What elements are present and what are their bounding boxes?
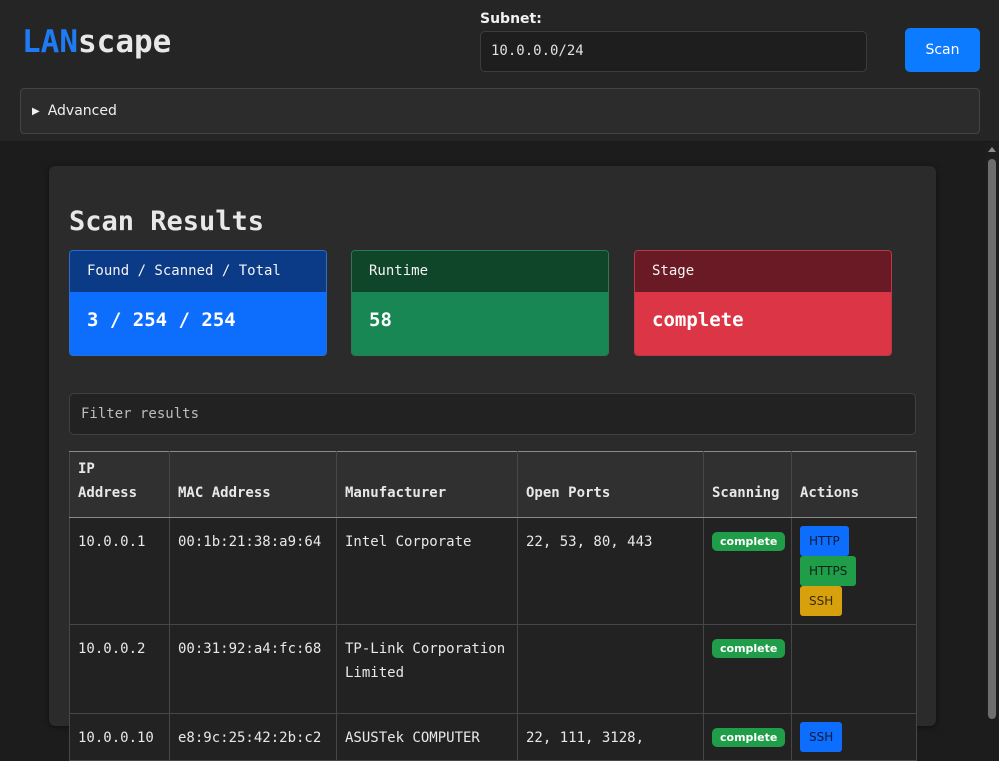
http-button[interactable]: HTTP — [800, 526, 849, 556]
advanced-label: Advanced — [47, 103, 117, 119]
cell-manufacturer: Intel Corporate — [336, 517, 518, 625]
scan-button[interactable]: Scan — [905, 28, 980, 72]
page-scrollbar[interactable] — [985, 143, 999, 719]
status-badge: complete — [712, 532, 786, 551]
cell-actions — [791, 624, 917, 714]
cell-mac: 00:1b:21:38:a9:64 — [169, 517, 337, 625]
col-open-ports[interactable]: Open Ports — [517, 451, 704, 518]
stat-label: Found / Scanned / Total — [70, 251, 326, 292]
cell-mac: e8:9c:25:42:2b:c2 — [169, 713, 337, 761]
cell-ports — [517, 624, 704, 714]
ssh-button[interactable]: SSH — [800, 586, 843, 616]
cell-ip: 10.0.0.1 — [69, 517, 170, 625]
table-row[interactable]: 10.0.0.10 e8:9c:25:42:2b:c2 ASUSTek COMP… — [69, 713, 917, 761]
scrollbar-thumb[interactable] — [988, 159, 996, 719]
table-header-row: IP Address MAC Address Manufacturer Open… — [69, 451, 917, 518]
stat-label: Runtime — [352, 251, 608, 292]
app-header: LANscape Subnet: 10.0.0.0/24 Scan ▶ Advan… — [0, 0, 999, 142]
scan-results-card: Scan Results Found / Scanned / Total 3 /… — [49, 166, 936, 761]
cell-scanning: complete — [703, 713, 792, 761]
stat-value: complete — [635, 292, 891, 355]
subnet-input[interactable]: 10.0.0.0/24 — [480, 31, 867, 72]
cell-ip: 10.0.0.10 — [69, 713, 170, 761]
cell-actions: HTTP HTTPSSSH — [791, 517, 917, 625]
results-table: IP Address MAC Address Manufacturer Open… — [69, 451, 917, 761]
cell-manufacturer: ASUSTek COMPUTER — [336, 713, 518, 761]
col-mac-address[interactable]: MAC Address — [169, 451, 337, 518]
cell-ports: 22, 53, 80, 443 — [517, 517, 704, 625]
status-badge: complete — [712, 639, 786, 658]
subnet-label: Subnet: — [480, 11, 542, 27]
cell-scanning: complete — [703, 517, 792, 625]
table-row[interactable]: 10.0.0.2 00:31:92:a4:fc:68 TP-Link Corpo… — [69, 624, 917, 714]
cell-manufacturer: TP-Link Corporation Limited — [336, 624, 518, 714]
filter-input[interactable]: Filter results — [69, 393, 916, 435]
cell-scanning: complete — [703, 624, 792, 714]
https-button[interactable]: HTTPS — [800, 556, 857, 586]
col-actions[interactable]: Actions — [791, 451, 917, 518]
logo-scape: scape — [78, 24, 172, 60]
cell-mac: 00:31:92:a4:fc:68 — [169, 624, 337, 714]
stat-found-scanned-total: Found / Scanned / Total 3 / 254 / 254 — [69, 250, 327, 356]
stat-label: Stage — [635, 251, 891, 292]
page-title: Scan Results — [69, 206, 265, 237]
cell-actions: SSH — [791, 713, 917, 761]
ssh-button[interactable]: SSH — [800, 722, 843, 752]
logo-lan: LAN — [22, 24, 78, 60]
col-scanning[interactable]: Scanning — [703, 451, 792, 518]
stat-runtime: Runtime 58 — [351, 250, 609, 356]
scroll-up-icon[interactable] — [988, 147, 996, 152]
stat-stage: Stage complete — [634, 250, 892, 356]
stat-value: 58 — [352, 292, 608, 355]
cell-ports: 22, 111, 3128, — [517, 713, 704, 761]
status-badge: complete — [712, 728, 786, 747]
cell-ip: 10.0.0.2 — [69, 624, 170, 714]
col-manufacturer[interactable]: Manufacturer — [336, 451, 518, 518]
app-logo: LANscape — [22, 24, 171, 60]
stat-value: 3 / 254 / 254 — [70, 292, 326, 355]
caret-right-icon: ▶ — [32, 106, 40, 117]
table-row[interactable]: 10.0.0.1 00:1b:21:38:a9:64 Intel Corpora… — [69, 517, 917, 625]
col-ip-address[interactable]: IP Address — [69, 451, 170, 518]
advanced-toggle[interactable]: ▶ Advanced — [20, 88, 980, 134]
